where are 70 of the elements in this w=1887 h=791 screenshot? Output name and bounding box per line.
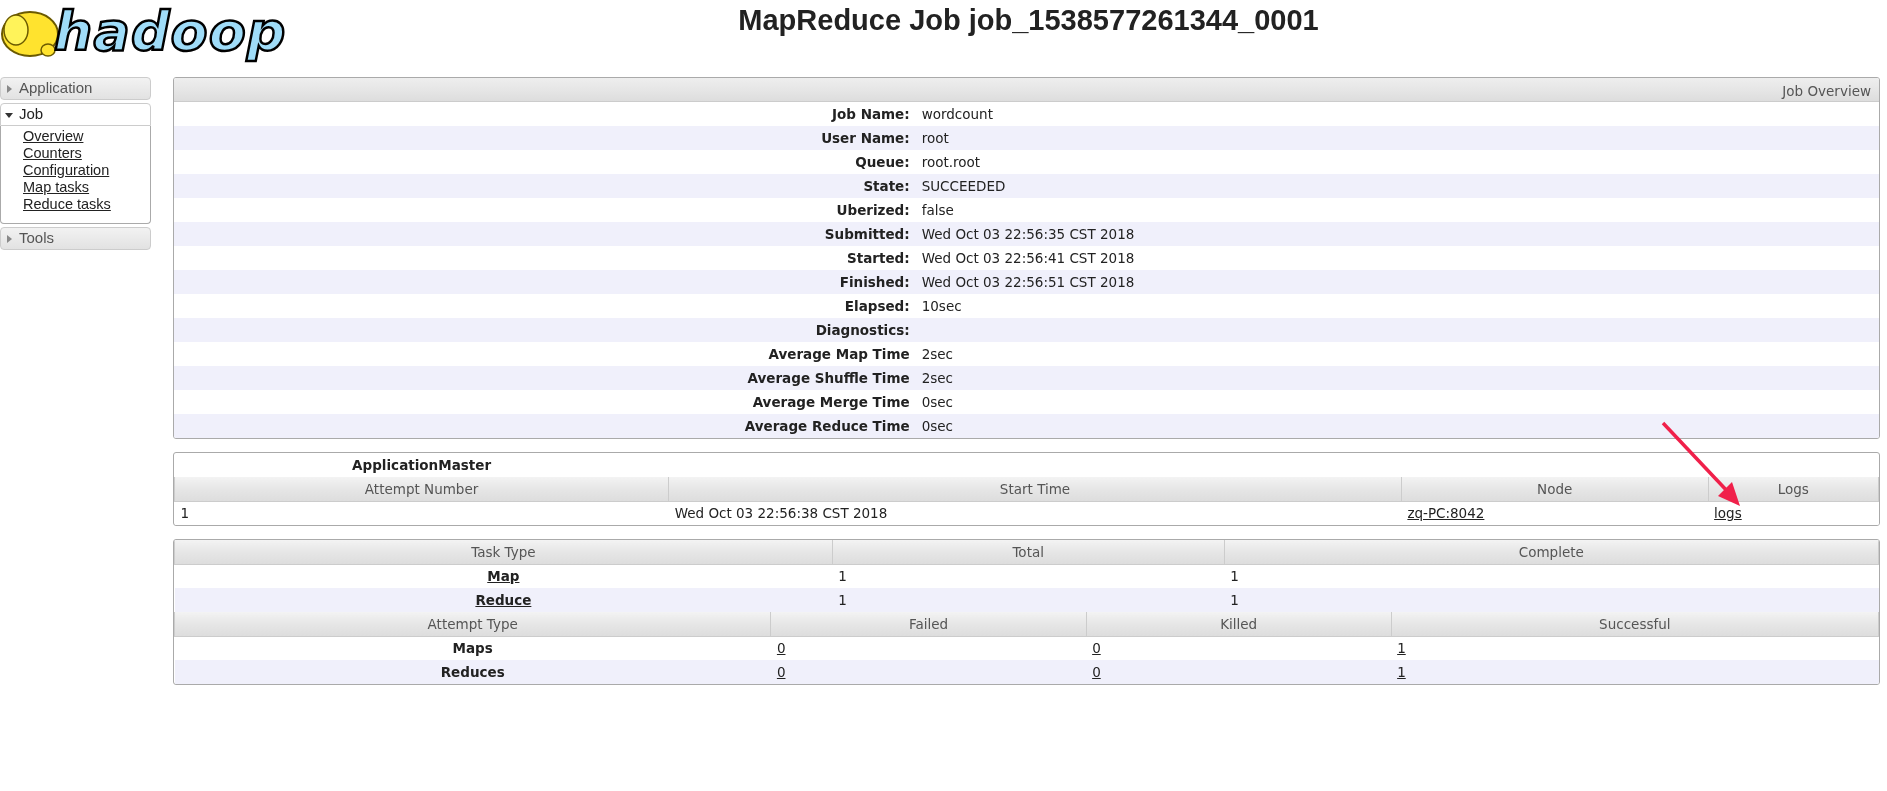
field-value: false bbox=[921, 201, 954, 218]
table-cell: 1 bbox=[1230, 568, 1239, 585]
table-cell: Wed Oct 03 22:56:38 CST 2018 bbox=[674, 505, 888, 522]
caret-right-icon bbox=[5, 234, 13, 243]
field-label: Job Name: bbox=[831, 105, 910, 122]
column-header: Killed bbox=[1086, 612, 1392, 636]
logo-text: hadoop bbox=[54, 5, 287, 59]
column-header: Attempt Number bbox=[174, 477, 669, 501]
table-cell: 1 bbox=[838, 591, 847, 608]
sidebar-link[interactable]: Counters bbox=[23, 145, 150, 162]
sidebar-link[interactable]: Reduce tasks bbox=[23, 196, 150, 213]
field-value: root bbox=[921, 129, 949, 146]
field-label: Elapsed: bbox=[844, 297, 910, 314]
field-label: Average Map Time bbox=[768, 345, 910, 362]
link[interactable]: 1 bbox=[1397, 663, 1406, 680]
field-label: User Name: bbox=[821, 129, 910, 146]
table-cell: 1 bbox=[180, 505, 190, 522]
column-header: Task Type bbox=[174, 540, 833, 564]
field-label: Average Shuffle Time bbox=[747, 369, 910, 386]
row-label: Maps bbox=[452, 640, 493, 657]
field-label: Average Merge Time bbox=[752, 393, 910, 410]
sidebar-link[interactable]: Overview bbox=[23, 128, 150, 145]
table-cell: 1 bbox=[838, 568, 847, 585]
field-value: 2sec bbox=[921, 345, 954, 362]
sidebar-section[interactable]: Tools bbox=[0, 227, 151, 250]
field-value: wordcount bbox=[921, 105, 993, 122]
column-header: Node bbox=[1401, 477, 1709, 501]
column-header: Total bbox=[832, 540, 1225, 564]
field-label: Average Reduce Time bbox=[744, 417, 910, 434]
caret-right-icon bbox=[5, 84, 13, 93]
field-label: Finished: bbox=[839, 273, 910, 290]
field-label: Queue: bbox=[855, 153, 910, 170]
field-value: 2sec bbox=[921, 369, 954, 386]
link[interactable]: 0 bbox=[776, 640, 786, 657]
field-value: 0sec bbox=[921, 417, 954, 434]
field-label: State: bbox=[863, 177, 910, 194]
link[interactable]: zq-PC:8042 bbox=[1407, 505, 1485, 522]
field-value: SUCCEEDED bbox=[921, 177, 1006, 194]
column-header: Complete bbox=[1224, 540, 1879, 564]
link[interactable]: logs bbox=[1714, 505, 1742, 522]
row-label: Reduces bbox=[440, 663, 505, 680]
link[interactable]: 0 bbox=[1092, 640, 1101, 657]
table-cell: 1 bbox=[1230, 591, 1239, 608]
table-title: ApplicationMaster bbox=[352, 456, 492, 473]
column-header: Start Time bbox=[668, 477, 1402, 501]
field-value: root.root bbox=[921, 153, 981, 170]
link[interactable]: Map bbox=[487, 568, 520, 585]
column-header: Successful bbox=[1391, 612, 1879, 636]
link[interactable]: 0 bbox=[1092, 663, 1101, 680]
field-value: Wed Oct 03 22:56:35 CST 2018 bbox=[921, 225, 1135, 242]
sidebar-section[interactable]: Job bbox=[0, 103, 151, 126]
column-header: Logs bbox=[1708, 477, 1879, 501]
field-label: Diagnostics: bbox=[815, 321, 910, 338]
link[interactable]: 1 bbox=[1397, 640, 1406, 657]
panel-title: Job Overview bbox=[174, 78, 1879, 102]
column-header: Attempt Type bbox=[174, 612, 771, 636]
field-value: 10sec bbox=[921, 297, 962, 314]
field-value: Wed Oct 03 22:56:51 CST 2018 bbox=[921, 273, 1135, 290]
field-value: 0sec bbox=[921, 393, 954, 410]
sidebar-link[interactable]: Configuration bbox=[23, 162, 150, 179]
field-label: Submitted: bbox=[824, 225, 910, 242]
field-value: Wed Oct 03 22:56:41 CST 2018 bbox=[921, 249, 1135, 266]
sidebar-section[interactable]: Application bbox=[0, 77, 151, 100]
sidebar-link[interactable]: Map tasks bbox=[23, 179, 150, 196]
link[interactable]: Reduce bbox=[475, 591, 532, 608]
link[interactable]: 0 bbox=[776, 663, 786, 680]
field-label: Uberized: bbox=[836, 201, 910, 218]
field-label: Started: bbox=[847, 249, 910, 266]
column-header: Failed bbox=[770, 612, 1087, 636]
caret-down-icon bbox=[5, 110, 13, 119]
